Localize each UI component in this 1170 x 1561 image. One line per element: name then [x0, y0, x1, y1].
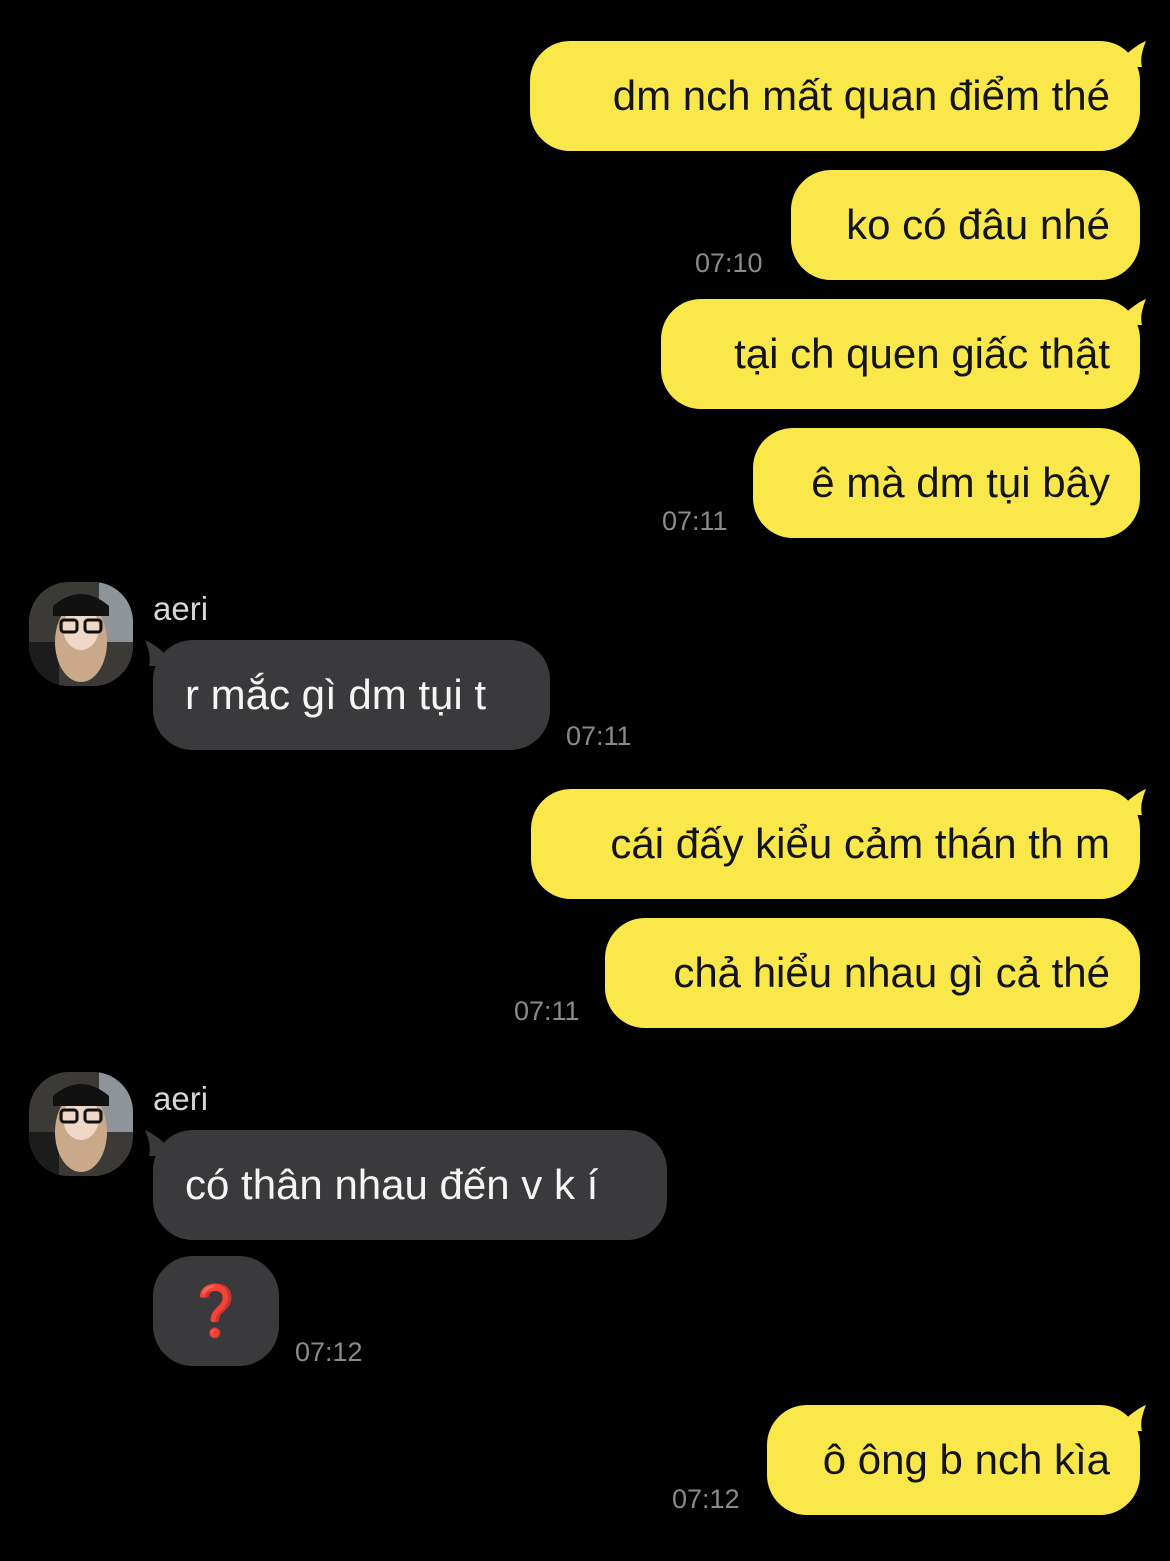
- message-text: tại ch quen giấc thật: [734, 330, 1110, 377]
- bubble-tail-icon: [1112, 299, 1146, 325]
- message-timestamp: 07:11: [566, 721, 632, 751]
- message-text: dm nch mất quan điểm thé: [612, 72, 1110, 119]
- message-text: ê mà dm tụi bây: [811, 459, 1110, 506]
- message-text: ô ông b nch kìa: [822, 1436, 1110, 1483]
- avatar-photo-icon: [29, 582, 133, 686]
- outgoing-message[interactable]: dm nch mất quan điểm thé: [530, 41, 1140, 151]
- outgoing-message[interactable]: cái đấy kiểu cảm thán th m: [531, 789, 1140, 899]
- message-timestamp: 07:12: [672, 1484, 740, 1514]
- message-text: có thân nhau đến v k í: [185, 1161, 599, 1208]
- avatar-photo-icon: [29, 1072, 133, 1176]
- avatar[interactable]: [29, 582, 133, 686]
- incoming-message[interactable]: r mắc gì dm tụi t: [153, 640, 550, 750]
- outgoing-message[interactable]: tại ch quen giấc thật: [661, 299, 1140, 409]
- outgoing-message[interactable]: chả hiểu nhau gì cả thé: [605, 918, 1140, 1028]
- bubble-tail-icon: [1112, 789, 1146, 815]
- message-timestamp: 07:10: [695, 248, 763, 278]
- message-timestamp: 07:11: [662, 506, 728, 536]
- message-text: r mắc gì dm tụi t: [185, 671, 487, 718]
- message-text: cái đấy kiểu cảm thán th m: [610, 820, 1110, 867]
- chat-thread: dm nch mất quan điểm thé ko có đâu nhé 0…: [0, 0, 1170, 1561]
- incoming-message[interactable]: có thân nhau đến v k í: [153, 1130, 667, 1240]
- sender-name: aeri: [153, 590, 209, 627]
- bubble-tail-icon: [1112, 1405, 1146, 1431]
- sender-name: aeri: [153, 1080, 209, 1117]
- outgoing-message[interactable]: ko có đâu nhé: [791, 170, 1140, 280]
- outgoing-message[interactable]: ô ông b nch kìa: [767, 1405, 1140, 1515]
- message-timestamp: 07:12: [295, 1337, 363, 1367]
- message-text: ko có đâu nhé: [846, 201, 1110, 248]
- question-mark-icon: ❓: [184, 1283, 248, 1339]
- avatar[interactable]: [29, 1072, 133, 1176]
- message-timestamp: 07:11: [514, 996, 580, 1026]
- incoming-message[interactable]: ❓: [153, 1256, 279, 1366]
- message-text: chả hiểu nhau gì cả thé: [673, 949, 1110, 996]
- outgoing-message[interactable]: ê mà dm tụi bây: [753, 428, 1140, 538]
- bubble-tail-icon: [1112, 41, 1146, 67]
